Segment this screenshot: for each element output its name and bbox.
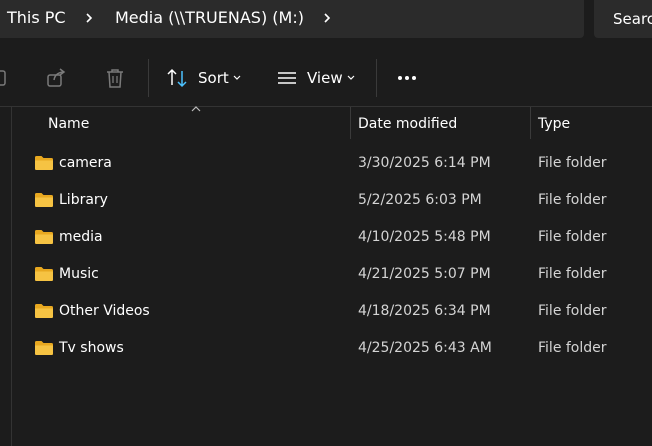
address-bar[interactable]: This PC Media (\\TRUENAS) (M:) xyxy=(0,0,584,38)
column-separator[interactable] xyxy=(350,107,351,139)
file-date: 3/30/2025 6:14 PM xyxy=(358,155,491,171)
breadcrumb-media[interactable]: Media (\\TRUENAS) (M:) xyxy=(115,8,304,27)
folder-icon xyxy=(35,304,53,318)
file-row[interactable]: media 4/10/2025 5:48 PM File folder xyxy=(20,219,652,256)
file-date: 5/2/2025 6:03 PM xyxy=(358,192,482,208)
chevron-down-icon[interactable] xyxy=(347,74,355,82)
column-separator[interactable] xyxy=(530,107,531,139)
file-row[interactable]: Music 4/21/2025 5:07 PM File folder xyxy=(20,256,652,293)
file-name: Tv shows xyxy=(59,340,124,356)
folder-icon xyxy=(35,230,53,244)
toolbar-separator xyxy=(376,59,377,97)
view-icon[interactable] xyxy=(276,67,298,89)
toolbar-divider xyxy=(0,106,652,107)
file-name: Library xyxy=(59,192,108,208)
file-type: File folder xyxy=(538,266,607,282)
column-header-type[interactable]: Type xyxy=(538,116,570,132)
file-type: File folder xyxy=(538,340,607,356)
file-date: 4/21/2025 5:07 PM xyxy=(358,266,491,282)
search-box[interactable]: Searc xyxy=(594,0,652,38)
folder-icon xyxy=(35,156,53,170)
folder-icon xyxy=(35,341,53,355)
more-options-icon[interactable] xyxy=(396,67,418,89)
folder-icon xyxy=(35,193,53,207)
copy-icon[interactable] xyxy=(0,67,10,89)
file-date: 4/10/2025 5:48 PM xyxy=(358,229,491,245)
sort-ascending-icon xyxy=(191,106,201,112)
chevron-right-icon[interactable] xyxy=(320,11,334,25)
column-header-name[interactable]: Name xyxy=(48,116,89,132)
file-name: media xyxy=(59,229,103,245)
chevron-down-icon[interactable] xyxy=(233,74,241,82)
file-date: 4/18/2025 6:34 PM xyxy=(358,303,491,319)
pane-divider[interactable] xyxy=(11,107,12,446)
share-icon[interactable] xyxy=(45,67,67,89)
view-button[interactable]: View xyxy=(307,69,343,87)
file-type: File folder xyxy=(538,229,607,245)
file-name: Other Videos xyxy=(59,303,150,319)
file-name: Music xyxy=(59,266,99,282)
toolbar-separator xyxy=(148,59,149,97)
file-row[interactable]: Tv shows 4/25/2025 6:43 AM File folder xyxy=(20,330,652,367)
file-row[interactable]: Other Videos 4/18/2025 6:34 PM File fold… xyxy=(20,293,652,330)
search-input[interactable]: Searc xyxy=(613,10,652,28)
file-date: 4/25/2025 6:43 AM xyxy=(358,340,492,356)
file-row[interactable]: Library 5/2/2025 6:03 PM File folder xyxy=(20,182,652,219)
file-row[interactable]: camera 3/30/2025 6:14 PM File folder xyxy=(20,145,652,182)
file-type: File folder xyxy=(538,155,607,171)
file-type: File folder xyxy=(538,303,607,319)
file-type: File folder xyxy=(538,192,607,208)
breadcrumb-this-pc[interactable]: This PC xyxy=(7,8,66,27)
sort-icon[interactable] xyxy=(166,67,188,89)
column-header-date[interactable]: Date modified xyxy=(358,116,457,132)
sort-button[interactable]: Sort xyxy=(198,69,229,87)
chevron-right-icon[interactable] xyxy=(82,11,96,25)
file-name: camera xyxy=(59,155,112,171)
folder-icon xyxy=(35,267,53,281)
delete-icon[interactable] xyxy=(104,67,126,89)
command-bar: Sort View xyxy=(0,49,652,106)
